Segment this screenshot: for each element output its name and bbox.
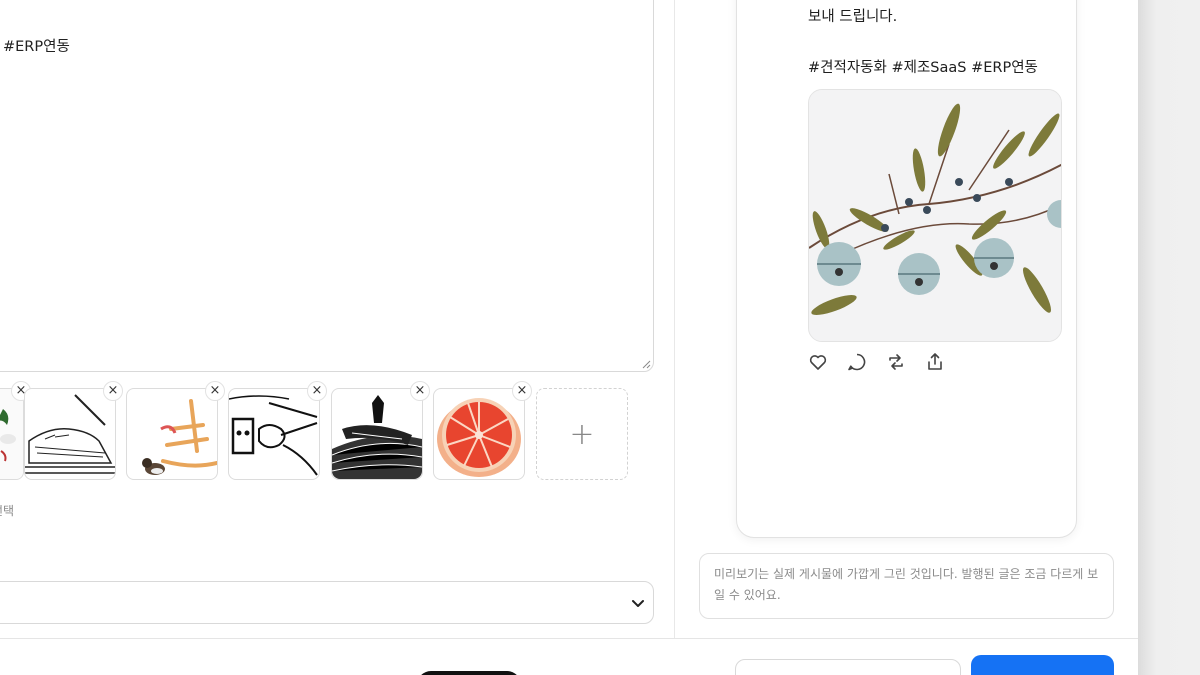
remove-image-button[interactable]: × (410, 381, 430, 401)
image-thumbnail[interactable]: × (331, 381, 430, 480)
resize-handle-icon[interactable] (641, 359, 651, 369)
column-divider (674, 0, 675, 638)
remove-image-button[interactable]: × (512, 381, 532, 401)
thumbnail-image (229, 389, 319, 479)
remove-image-button[interactable]: × (307, 381, 327, 401)
preview-body-text: 보내 드립니다. (808, 9, 898, 25)
preview-hashtags: #견적자동화 #제조SaaS #ERP연동 (808, 60, 1038, 76)
heart-icon[interactable] (807, 351, 829, 373)
editor-text: #ERP연동 (3, 39, 70, 55)
chevron-down-icon (632, 600, 644, 607)
dark-footer-button[interactable] (417, 671, 521, 675)
image-thumbnail[interactable]: × (228, 381, 327, 480)
secondary-footer-button[interactable] (735, 659, 961, 675)
thumbnail-image (127, 389, 217, 479)
thumbnail-image (25, 389, 115, 479)
remove-image-button[interactable]: × (103, 381, 123, 401)
footer-divider (0, 638, 1138, 639)
compose-modal: #ERP연동 × × × × × × + 택 보내 드립니다. #견적자동화 #… (0, 0, 1138, 675)
post-text-editor[interactable]: #ERP연동 (0, 0, 654, 372)
image-thumbnail[interactable]: × (24, 381, 123, 480)
add-image-button[interactable]: + (536, 388, 628, 480)
thumbnail-image (434, 389, 524, 479)
preview-image-art (809, 90, 1061, 341)
image-select-hint: 선택 (0, 504, 15, 518)
image-thumbnail[interactable]: × (433, 381, 532, 480)
image-thumbnail[interactable]: × (0, 381, 31, 480)
comment-icon[interactable] (846, 351, 868, 373)
thumbnail-image (332, 389, 422, 479)
image-thumbnail[interactable]: × (126, 381, 225, 480)
repost-icon[interactable] (885, 351, 907, 373)
thumbnail-image (0, 389, 23, 479)
preview-disclaimer: 미리보기는 실제 게시물에 가깝게 그린 것입니다. 발행된 글은 조금 다르게… (699, 553, 1114, 619)
backdrop-edge (1138, 0, 1200, 675)
share-icon[interactable] (924, 351, 946, 373)
preview-image (808, 89, 1062, 342)
publish-button[interactable] (971, 655, 1114, 675)
remove-image-button[interactable]: × (205, 381, 225, 401)
account-select[interactable] (0, 581, 654, 624)
